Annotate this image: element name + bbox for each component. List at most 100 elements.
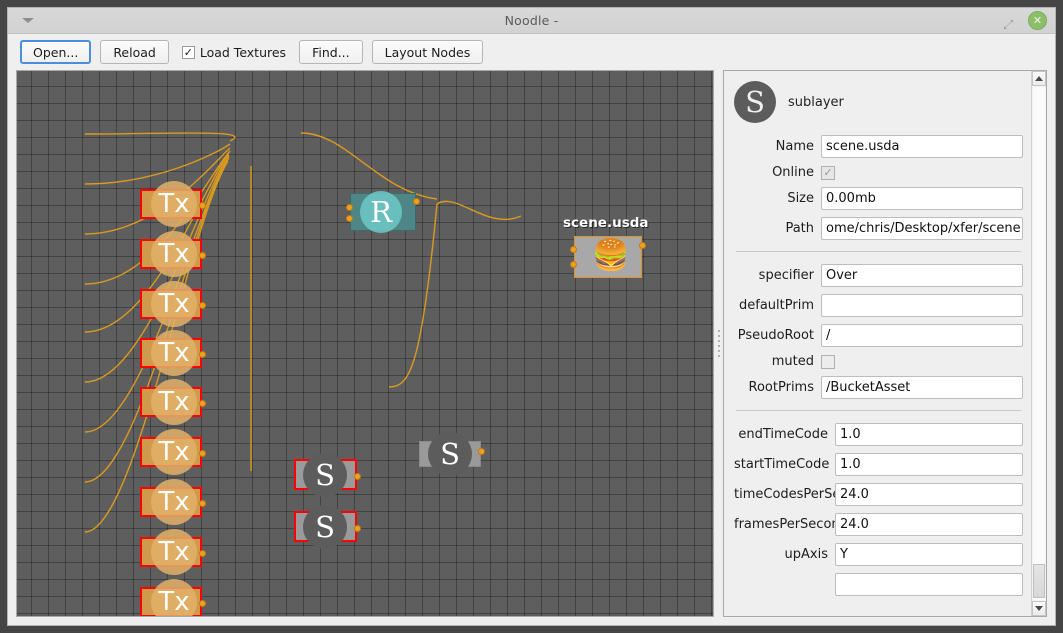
property-row [734, 573, 1023, 596]
online-checkbox[interactable]: ✓ [821, 165, 835, 180]
scrollbar-thumb[interactable] [1033, 564, 1045, 598]
property-row: framesPerSecond 24.0 [734, 513, 1023, 536]
node-output-port[interactable] [199, 302, 206, 309]
field-label: defaultPrim [739, 298, 814, 313]
node-input-port[interactable] [570, 261, 577, 268]
reload-button[interactable]: Reload [100, 40, 169, 64]
hamburger-icon: 🍔 [592, 238, 630, 273]
field-label: Path [785, 221, 814, 236]
property-row: Path ome/chris/Desktop/xfer/scene.usda [734, 217, 1023, 240]
application-window: Noodle - ✕ Open... Reload ✓ Load Texture… [7, 7, 1056, 626]
node-tx[interactable]: Tx [140, 429, 206, 475]
node-sublayer[interactable]: S [419, 432, 485, 476]
node-input-port[interactable] [346, 204, 353, 211]
node-input-port[interactable] [570, 246, 577, 253]
node-avatar: S [303, 505, 347, 549]
node-output-port[interactable] [199, 202, 206, 209]
divider [736, 410, 1021, 411]
properties-panel-content: S sublayer Name scene.usda Online ✓ Size [724, 71, 1031, 616]
field-label: upAxis [784, 547, 828, 562]
node-asset-scene[interactable]: scene.usda 🍔 [563, 215, 649, 278]
node-output-port[interactable] [354, 525, 361, 532]
properties-panel: S sublayer Name scene.usda Online ✓ Size [723, 70, 1047, 617]
load-textures-label: Load Textures [199, 44, 287, 60]
node-avatar: Tx [151, 579, 197, 616]
title-bar: Noodle - ✕ [8, 8, 1055, 34]
rootprims-field[interactable]: /BucketAsset [821, 376, 1023, 399]
node-output-port[interactable] [199, 600, 206, 607]
node-avatar: Tx [151, 181, 197, 227]
node-output-port[interactable] [354, 473, 361, 480]
splitter-grip-icon [717, 330, 720, 357]
muted-checkbox[interactable] [821, 354, 835, 369]
node-output-port[interactable] [199, 500, 206, 507]
node-output-port[interactable] [199, 550, 206, 557]
scrollbar-track[interactable] [1033, 87, 1045, 600]
checkbox-check-icon: ✓ [181, 45, 195, 59]
node-avatar: Tx [151, 479, 197, 525]
property-row: Name scene.usda [734, 135, 1023, 158]
node-tx[interactable]: Tx [140, 181, 206, 227]
node-output-port[interactable] [639, 242, 646, 249]
specifier-field[interactable]: Over [821, 264, 1023, 287]
node-sublayer[interactable]: S [294, 505, 361, 549]
main-content: Tx Tx Tx Tx Tx Tx Tx Tx Tx R S S S scene… [8, 70, 1055, 625]
property-group-time: endTimeCode 1.0 startTimeCode 1.0 timeCo… [734, 423, 1023, 596]
upaxis-field[interactable]: Y [835, 543, 1023, 566]
field-label: Online [772, 165, 814, 180]
property-row: RootPrims /BucketAsset [734, 376, 1023, 399]
name-field[interactable]: scene.usda [821, 135, 1023, 158]
starttimecode-field[interactable]: 1.0 [835, 453, 1023, 476]
property-row: Size 0.00mb [734, 187, 1023, 210]
node-sublayer[interactable]: S [294, 453, 361, 497]
node-tx[interactable]: Tx [140, 579, 206, 616]
property-row: PseudoRoot / [734, 324, 1023, 347]
node-avatar: Tx [151, 330, 197, 376]
property-row: Online ✓ [734, 165, 1023, 180]
properties-scrollbar[interactable] [1031, 71, 1046, 616]
find-button[interactable]: Find... [299, 40, 363, 64]
field-label: timeCodesPerSecond [734, 487, 872, 502]
node-tx[interactable]: Tx [140, 330, 206, 376]
extra-field[interactable] [835, 573, 1023, 596]
endtimecode-field[interactable]: 1.0 [835, 423, 1023, 446]
restore-icon[interactable] [1003, 15, 1014, 29]
field-label: startTimeCode [734, 457, 830, 472]
property-group-stage: specifier Over defaultPrim PseudoRoot / … [734, 264, 1023, 399]
node-output-port[interactable] [199, 450, 206, 457]
node-tx[interactable]: Tx [140, 479, 206, 525]
load-textures-checkbox[interactable]: ✓ Load Textures [178, 45, 290, 60]
framespersecond-field[interactable]: 24.0 [835, 513, 1023, 536]
node-output-port[interactable] [199, 400, 206, 407]
panel-splitter[interactable] [714, 70, 723, 617]
divider [736, 251, 1021, 252]
node-avatar: S [303, 453, 347, 497]
path-field[interactable]: ome/chris/Desktop/xfer/scene.usda [821, 217, 1023, 240]
node-tx[interactable]: Tx [140, 379, 206, 425]
field-label: specifier [758, 268, 814, 283]
node-graph-canvas[interactable]: Tx Tx Tx Tx Tx Tx Tx Tx Tx R S S S scene… [16, 70, 714, 617]
property-row: endTimeCode 1.0 [734, 423, 1023, 446]
scroll-down-button[interactable] [1032, 601, 1046, 616]
field-label: framesPerSecond [734, 517, 848, 532]
node-output-port[interactable] [199, 351, 206, 358]
node-tx[interactable]: Tx [140, 281, 206, 327]
node-input-port[interactable] [346, 215, 353, 222]
node-output-port[interactable] [478, 448, 485, 455]
close-icon[interactable]: ✕ [1028, 11, 1047, 30]
open-button[interactable]: Open... [20, 40, 92, 64]
layout-nodes-button[interactable]: Layout Nodes [371, 40, 484, 64]
node-tx[interactable]: Tx [140, 529, 206, 575]
node-root[interactable]: R [346, 191, 420, 233]
node-output-port[interactable] [199, 252, 206, 259]
field-label: Size [787, 191, 814, 206]
node-output-port[interactable] [413, 198, 420, 205]
size-field[interactable]: 0.00mb [821, 187, 1023, 210]
scroll-down-icon [1035, 606, 1043, 611]
pseudoroot-field[interactable]: / [821, 324, 1023, 347]
defaultprim-field[interactable] [821, 294, 1023, 317]
field-label: Name [775, 139, 814, 154]
timecodespersecond-field[interactable]: 24.0 [835, 483, 1023, 506]
node-tx[interactable]: Tx [140, 231, 206, 277]
scroll-up-button[interactable] [1032, 71, 1046, 86]
